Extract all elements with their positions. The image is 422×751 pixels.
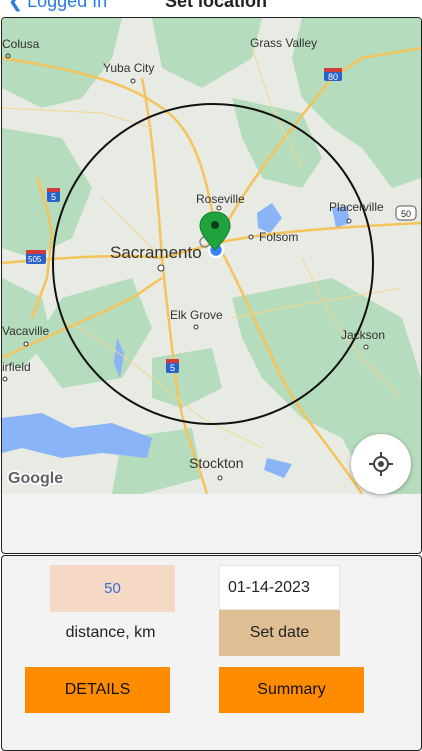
place-yuba-city: Yuba City [103, 61, 154, 75]
place-jackson: Jackson [341, 328, 385, 342]
map-card: Colusa Grass Valley Yuba City Roseville … [1, 17, 422, 554]
svg-text:50: 50 [401, 209, 411, 219]
place-elk-grove: Elk Grove [170, 308, 223, 322]
svg-text:505: 505 [28, 255, 42, 264]
place-sacramento: Sacramento [110, 243, 202, 262]
svg-text:5: 5 [170, 363, 175, 373]
place-fairfield: irfield [2, 360, 31, 374]
date-field[interactable]: 01-14-2023 [219, 565, 340, 610]
place-colusa: Colusa [2, 37, 40, 51]
shield-i5-north: 5 [47, 188, 60, 202]
shield-i80: 80 [324, 68, 342, 82]
details-button[interactable]: DETAILS [25, 667, 170, 713]
place-vacaville: Vacaville [2, 324, 49, 338]
controls-panel: distance, km 01-14-2023 Set date DETAILS… [1, 555, 422, 751]
back-label: Logged In [27, 0, 108, 11]
shield-us50: 50 [395, 205, 417, 221]
place-placerville: Placerville [329, 200, 384, 214]
svg-text:Google: Google [8, 470, 63, 487]
crosshair-icon [369, 452, 393, 476]
shield-i505: 505 [26, 250, 46, 264]
place-roseville: Roseville [196, 192, 245, 206]
shield-i5-south: 5 [166, 359, 179, 373]
page-title: Set location [165, 0, 268, 11]
chevron-left-icon: ❮ [8, 0, 24, 11]
back-button[interactable]: ❮ Logged In [8, 0, 107, 12]
set-date-button[interactable]: Set date [219, 610, 340, 656]
map-view[interactable]: Colusa Grass Valley Yuba City Roseville … [2, 18, 421, 494]
summary-button[interactable]: Summary [219, 667, 364, 713]
distance-input[interactable] [50, 565, 175, 612]
svg-text:5: 5 [51, 192, 56, 202]
place-folsom: Folsom [259, 230, 298, 244]
google-logo: Google [7, 469, 65, 489]
navigation-bar: ❮ Logged In Set location [0, 0, 422, 16]
place-grass-valley: Grass Valley [250, 36, 317, 50]
distance-label: distance, km [65, 624, 156, 641]
my-location-button[interactable] [351, 434, 411, 494]
place-stockton: Stockton [189, 455, 243, 471]
svg-text:80: 80 [328, 72, 338, 82]
